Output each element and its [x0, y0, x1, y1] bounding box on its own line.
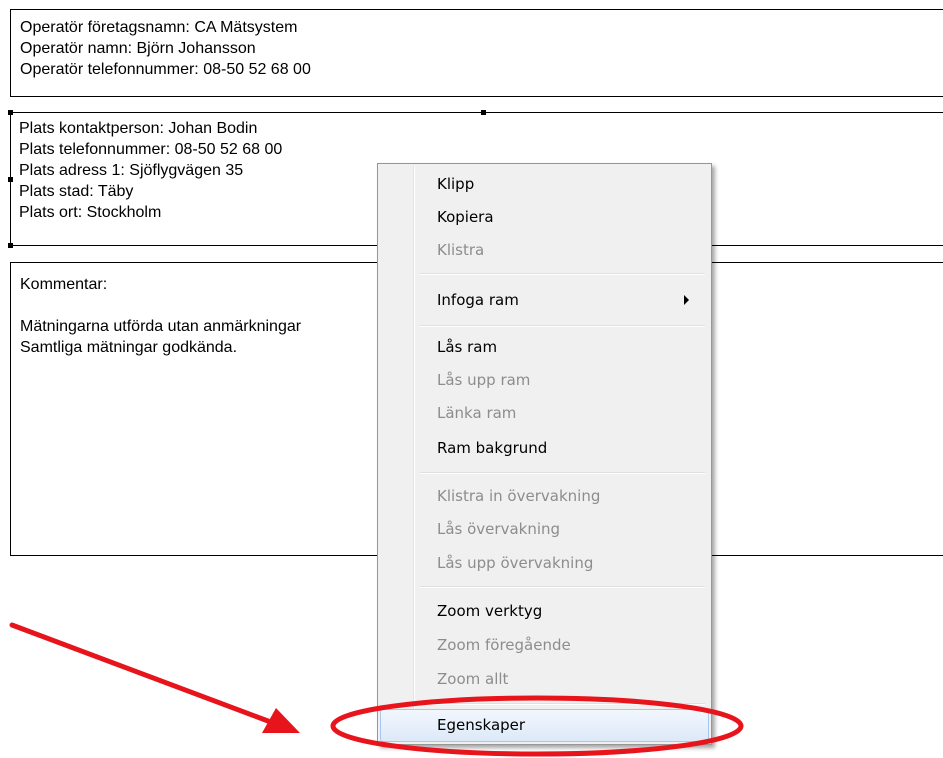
menu-item-label: Infoga ram [437, 291, 519, 309]
menu-item-label: Zoom allt [437, 670, 509, 688]
annotation-arrow-icon [262, 708, 300, 733]
site-contact-text: Plats kontaktperson: Johan Bodin [19, 120, 258, 137]
menu-separator [420, 325, 705, 327]
menu-item-label: Lås upp ram [437, 371, 531, 389]
site-phone-text: Plats telefonnummer: 08-50 52 68 00 [19, 141, 283, 158]
menu-item-lock-frame[interactable]: Lås ram [380, 331, 709, 364]
menu-item-label: Lås övervakning [437, 520, 561, 538]
menu-item-label: Länka ram [437, 404, 517, 422]
operator-name-text: Operatör namn: Björn Johansson [20, 40, 256, 57]
menu-item-zoom-previous: Zoom föregående [380, 629, 709, 662]
operator-phone-text: Operatör telefonnummer: 08-50 52 68 00 [20, 61, 311, 78]
menu-item-label: Kopiera [437, 208, 494, 226]
operator-company-text: Operatör företagsnamn: CA Mätsystem [20, 19, 298, 36]
resize-handle-top-left[interactable] [8, 110, 13, 115]
submenu-arrow-icon [684, 295, 689, 305]
menu-item-paste-monitoring: Klistra in övervakning [380, 480, 709, 513]
operator-info-frame[interactable]: Operatör företagsnamn: CA Mätsystem Oper… [10, 9, 943, 97]
menu-separator [420, 586, 705, 588]
menu-item-link-frame: Länka ram [380, 397, 709, 430]
menu-item-label: Klipp [437, 175, 475, 193]
resize-handle-top-center[interactable] [481, 110, 486, 115]
menu-item-label: Lås upp övervakning [437, 554, 594, 572]
resize-handle-bottom-left[interactable] [8, 243, 13, 248]
menu-item-zoom-all: Zoom allt [380, 663, 709, 696]
menu-item-unlock-monitoring: Lås upp övervakning [380, 547, 709, 580]
menu-item-frame-background[interactable]: Ram bakgrund [380, 432, 709, 465]
menu-item-zoom-tool[interactable]: Zoom verktyg [380, 595, 709, 628]
menu-item-label: Ram bakgrund [437, 439, 548, 457]
menu-item-label: Klistra in övervakning [437, 487, 601, 505]
menu-item-cut[interactable]: Klipp [380, 168, 709, 201]
menu-item-copy[interactable]: Kopiera [380, 201, 709, 234]
menu-separator [420, 703, 705, 705]
menu-separator [420, 273, 705, 275]
menu-item-properties[interactable]: Egenskaper [380, 709, 709, 742]
menu-item-label: Lås ram [437, 338, 498, 356]
annotation-arrow-shaft [9, 622, 271, 724]
context-menu[interactable]: Klipp Kopiera Klistra Infoga ram Lås ram… [377, 163, 712, 745]
menu-item-label: Egenskaper [437, 716, 526, 734]
menu-item-label: Zoom föregående [437, 636, 571, 654]
menu-item-paste: Klistra [380, 234, 709, 267]
resize-handle-middle-left[interactable] [8, 177, 13, 182]
menu-separator [420, 472, 705, 474]
menu-item-insert-frame[interactable]: Infoga ram [380, 284, 709, 317]
menu-item-unlock-frame: Lås upp ram [380, 364, 709, 397]
menu-item-label: Zoom verktyg [437, 602, 543, 620]
menu-item-label: Klistra [437, 241, 485, 259]
menu-item-lock-monitoring: Lås övervakning [380, 513, 709, 546]
